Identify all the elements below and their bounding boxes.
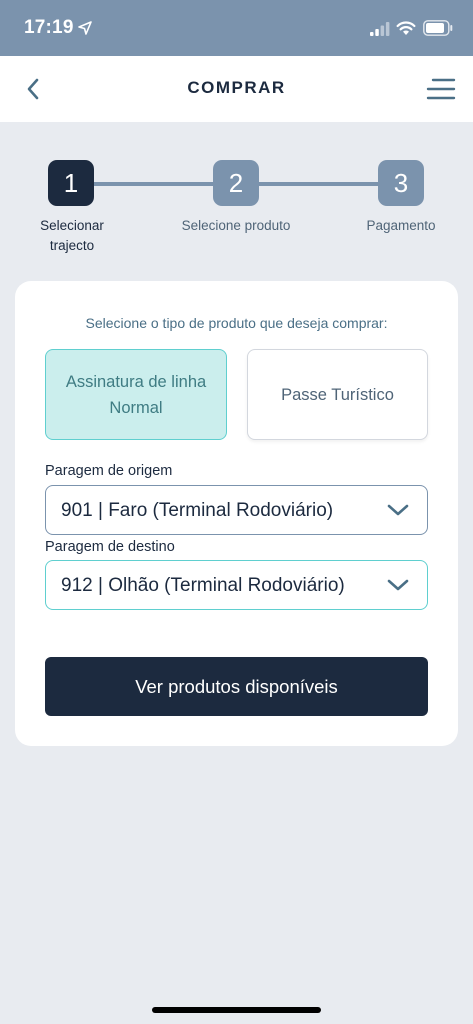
- product-type-tourist-pass[interactable]: Passe Turístico: [247, 349, 428, 440]
- chevron-down-icon: [387, 579, 409, 591]
- step-2-indicator: 2: [213, 160, 259, 206]
- chevron-down-icon: [387, 504, 409, 516]
- step-3-label: Pagamento: [366, 218, 436, 233]
- product-type-label: Passe Turístico: [281, 385, 394, 404]
- step-2-label: Selecione produto: [181, 218, 291, 233]
- battery-icon: [423, 20, 453, 36]
- purchase-form-card: Selecione o tipo de produto que deseja c…: [15, 281, 458, 746]
- home-indicator: [152, 1007, 321, 1013]
- menu-button[interactable]: [424, 74, 458, 104]
- app-header: COMPRAR: [0, 56, 473, 122]
- product-type-line-subscription[interactable]: Assinatura de linha Normal: [45, 349, 227, 440]
- destination-value: 912 | Olhão (Terminal Rodoviário): [61, 575, 345, 596]
- location-arrow-icon: [78, 21, 92, 35]
- origin-select[interactable]: 901 | Faro (Terminal Rodoviário): [45, 485, 428, 535]
- step-connector: [94, 182, 214, 186]
- status-bar: 17:19: [0, 0, 473, 56]
- progress-stepper: 1 2 3 Selecionar trajecto Selecione prod…: [0, 160, 473, 260]
- destination-label: Paragem de destino: [45, 539, 175, 555]
- product-type-label-line1: Assinatura de linha: [65, 372, 207, 391]
- step-3-indicator: 3: [378, 160, 424, 206]
- hamburger-menu-icon: [426, 78, 456, 100]
- step-1-label-line1: Selecionar: [40, 218, 104, 233]
- step-connector: [258, 182, 380, 186]
- product-type-prompt: Selecione o tipo de produto que deseja c…: [85, 315, 388, 331]
- wifi-icon: [396, 21, 416, 35]
- view-products-button[interactable]: Ver produtos disponíveis: [45, 657, 428, 716]
- origin-label: Paragem de origem: [45, 463, 173, 479]
- status-time: 17:19: [24, 17, 74, 38]
- destination-select[interactable]: 912 | Olhão (Terminal Rodoviário): [45, 560, 428, 610]
- page-title: COMPRAR: [187, 78, 286, 97]
- product-type-label-line2: Normal: [109, 398, 163, 417]
- step-1-indicator: 1: [48, 160, 94, 206]
- step-1-label-line2: trajecto: [49, 238, 95, 253]
- origin-value: 901 | Faro (Terminal Rodoviário): [61, 500, 334, 521]
- signal-icon: [370, 22, 390, 36]
- step-1-label: Selecionar trajecto: [22, 216, 122, 256]
